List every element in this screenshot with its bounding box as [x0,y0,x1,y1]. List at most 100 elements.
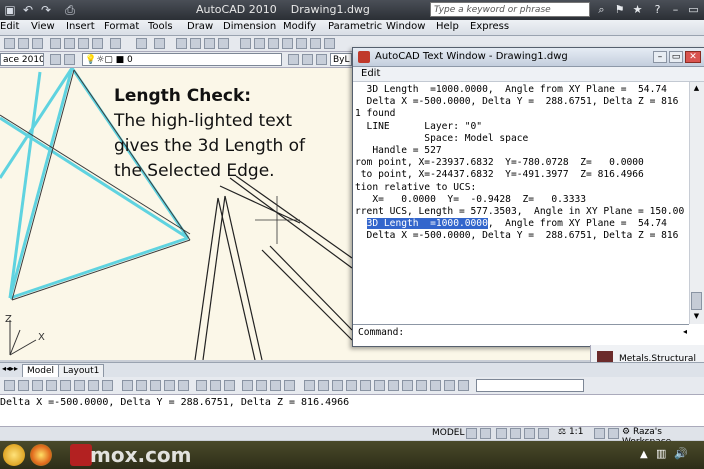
ucs-z-icon[interactable] [458,380,469,391]
scroll-down-icon[interactable]: ▼ [692,312,701,321]
tab-model[interactable]: Model [22,364,60,378]
steering-wheel-icon[interactable] [524,428,535,439]
menu-format[interactable]: Format [104,21,139,32]
model-space-toggle[interactable]: MODEL [432,428,464,438]
save-icon[interactable] [32,38,43,49]
layer-isolate-icon[interactable] [316,54,327,65]
app-logo-icon[interactable]: ▣ [2,2,18,18]
menu-draw[interactable]: Draw [187,21,213,32]
autocad-taskbar-icon[interactable] [70,444,92,466]
help-icon[interactable]: ? [650,2,665,17]
start-button-icon[interactable] [3,444,25,466]
zoom-status-icon[interactable] [510,428,521,439]
ucs-icon-button[interactable] [304,380,315,391]
communication-icon[interactable]: ⚑ [612,2,627,17]
menu-express[interactable]: Express [470,21,509,32]
free-orbit-icon[interactable] [210,380,221,391]
snap-midpoint-icon[interactable] [18,380,29,391]
minimize-icon[interactable]: – [668,2,683,17]
tool-palettes-icon[interactable] [268,38,279,49]
zoom-previous-icon[interactable] [218,38,229,49]
text-window-history[interactable]: 3D Length =1000.0000, Angle from XY Plan… [355,84,687,324]
close-icon[interactable]: ✕ [685,51,701,63]
favorites-icon[interactable]: ★ [630,2,645,17]
menu-window[interactable]: Window [386,21,425,32]
snap-center-icon[interactable] [74,380,85,391]
ucs-previous-icon[interactable] [332,380,343,391]
menu-insert[interactable]: Insert [66,21,95,32]
quickcalc-icon[interactable] [310,38,321,49]
new-icon[interactable] [4,38,15,49]
tab-nav-icon[interactable]: ◂◂▸▸ [2,364,18,373]
tab-layout1[interactable]: Layout1 [58,364,105,378]
search-input[interactable]: Type a keyword or phrase [430,2,590,17]
menu-dimension[interactable]: Dimension [223,21,276,32]
menu-parametric[interactable]: Parametric [328,21,382,32]
redo-tool-icon[interactable] [154,38,165,49]
command-line[interactable]: Delta X =-500.0000, Delta Y = 288.6751, … [0,395,704,427]
snap-intersection-icon[interactable] [32,380,43,391]
annotation-visibility-icon[interactable] [594,428,605,439]
menu-tools[interactable]: Tools [148,21,173,32]
scroll-thumb[interactable] [691,292,702,310]
layer-state-icon[interactable] [64,54,75,65]
materials-icon[interactable] [270,380,281,391]
scroll-up-icon[interactable]: ▲ [692,84,701,93]
ucs-object-icon[interactable] [360,380,371,391]
menu-help[interactable]: Help [436,21,459,32]
color-combo[interactable]: ByL [330,53,352,66]
view-right-icon[interactable] [164,380,175,391]
menu-modify[interactable]: Modify [283,21,316,32]
ucs-origin-icon[interactable] [388,380,399,391]
pan-icon[interactable] [176,38,187,49]
match-properties-icon[interactable] [110,38,121,49]
workspace-combo[interactable]: ace 2010 [0,53,44,66]
ucs-world-icon[interactable] [318,380,329,391]
maximize-icon[interactable]: ▭ [686,2,701,17]
maximize-icon[interactable]: ▭ [669,51,683,63]
snap-extension-icon[interactable] [60,380,71,391]
chrome-icon[interactable] [30,444,52,466]
zoom-window-icon[interactable] [204,38,215,49]
snap-endpoint-icon[interactable] [4,380,15,391]
view-bottom-icon[interactable] [136,380,147,391]
design-center-icon[interactable] [254,38,265,49]
snap-tangent-icon[interactable] [102,380,113,391]
snap-apparent-icon[interactable] [46,380,57,391]
network-icon[interactable]: ▥ [656,447,666,460]
scroll-left-icon[interactable]: ◂ [683,327,687,336]
paste-icon[interactable] [92,38,103,49]
layer-previous-icon[interactable] [302,54,313,65]
annotation-scale[interactable]: ⚖ 1:1 [558,427,583,437]
quick-view-layouts-icon[interactable] [466,428,477,439]
minimize-icon[interactable]: – [653,51,667,63]
view-top-icon[interactable] [122,380,133,391]
markup-icon[interactable] [296,38,307,49]
ucs-zaxis-icon[interactable] [402,380,413,391]
cut-icon[interactable] [64,38,75,49]
open-icon[interactable] [18,38,29,49]
lights-icon[interactable] [284,380,295,391]
quick-view-drawings-icon[interactable] [480,428,491,439]
undo-icon[interactable]: ↶ [20,2,36,18]
render-icon[interactable] [256,380,267,391]
ucs-x-icon[interactable] [430,380,441,391]
search-icon[interactable]: ⌕ [594,2,609,17]
make-current-icon[interactable] [288,54,299,65]
menu-view[interactable]: View [31,21,55,32]
visual-style-icon[interactable] [242,380,253,391]
zoom-realtime-icon[interactable] [190,38,201,49]
layer-properties-icon[interactable] [50,54,61,65]
redo-icon[interactable]: ↷ [38,2,54,18]
ucs-3point-icon[interactable] [416,380,427,391]
view-left-icon[interactable] [150,380,161,391]
snap-quadrant-icon[interactable] [88,380,99,391]
text-window-menu-edit[interactable]: Edit [361,68,380,79]
volume-icon[interactable]: 🔊 [674,447,688,460]
ucs-combo[interactable] [476,379,584,392]
text-window-command-input[interactable]: Command: [353,324,689,340]
ucs-face-icon[interactable] [346,380,357,391]
tray-arrow-icon[interactable]: ▲ [640,449,648,460]
ucs-y-icon[interactable] [444,380,455,391]
text-window-scrollbar[interactable]: ▲ ▼ [689,82,704,324]
